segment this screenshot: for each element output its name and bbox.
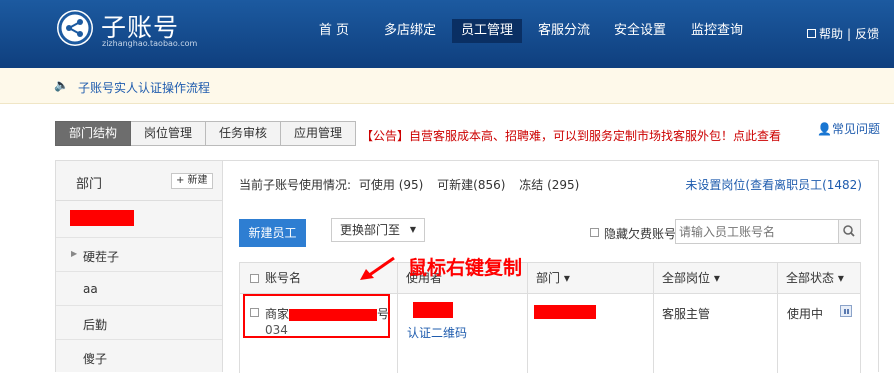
employee-panel: 当前子账号使用情况: 可使用 (95) 可新建(856) 冻结 (295) 未设…	[223, 160, 879, 373]
section-tabs: 部门结构 岗位管理 任务审核 应用管理	[55, 121, 357, 146]
department-item[interactable]: 后勤	[56, 305, 222, 339]
department-panel-header: 部门 + 新建	[56, 161, 222, 201]
caret-down-icon: ▼	[409, 225, 416, 234]
redacted-user	[413, 302, 453, 318]
nav-home[interactable]: 首 页	[312, 19, 356, 43]
select-all-checkbox[interactable]	[250, 274, 259, 283]
tab-department-structure[interactable]: 部门结构	[55, 121, 132, 146]
external-link-icon	[807, 29, 816, 38]
tab-task-review[interactable]: 任务审核	[206, 121, 282, 146]
usage-in-use: 可使用 (95)	[358, 178, 424, 192]
new-department-button[interactable]: + 新建	[171, 173, 213, 189]
usage-new: 可新建(856)	[437, 178, 506, 192]
tab-app-management[interactable]: 应用管理	[281, 121, 357, 146]
department-item[interactable]: 傻子	[56, 339, 222, 373]
usage-summary: 当前子账号使用情况: 可使用 (95) 可新建(856) 冻结 (295)	[239, 178, 580, 192]
search-icon	[843, 225, 855, 237]
new-employee-button[interactable]: 新建员工	[239, 219, 306, 247]
annotation-arrow-icon	[360, 256, 395, 280]
qr-code-link[interactable]: 认证二维码	[407, 324, 467, 341]
pause-icon[interactable]	[840, 305, 852, 317]
nav-customer-routing[interactable]: 客服分流	[533, 19, 595, 43]
tab-position-management[interactable]: 岗位管理	[131, 121, 207, 146]
nav-employee-management[interactable]: 员工管理	[452, 19, 522, 43]
unset-position-link[interactable]: 未设置岗位(查看离职员工(1482)	[685, 176, 862, 193]
department-item[interactable]: ▶ 硬茬子	[56, 237, 222, 271]
column-department-filter[interactable]: 部门 ▾	[536, 263, 570, 293]
usage-frozen: 冻结 (295)	[519, 178, 580, 192]
top-header: 子账号 zizhanghao.taobao.com 首 页 多店绑定 员工管理 …	[0, 0, 894, 68]
table-header: 账号名 使用者 部门 ▾ 全部岗位 ▾ 全部状态 ▾	[239, 262, 861, 294]
employee-search-input[interactable]	[675, 219, 839, 244]
nav-monitoring[interactable]: 监控查询	[686, 19, 748, 43]
column-account: 账号名	[265, 271, 302, 285]
user-help-icon: 👤	[817, 122, 832, 136]
department-item[interactable]: aa	[56, 271, 222, 305]
column-position-filter[interactable]: 全部岗位 ▾	[662, 263, 720, 293]
move-department-dropdown[interactable]: 更换部门至 ▼	[331, 218, 425, 242]
status-value: 使用中	[787, 307, 824, 321]
speaker-icon: 🔈	[54, 78, 69, 92]
department-title: 部门	[76, 177, 103, 192]
annotation-text: 鼠标右键复制	[408, 257, 523, 279]
logo-subtitle: zizhanghao.taobao.com	[102, 39, 198, 48]
notice-bar: 🔈 子账号实人认证操作流程	[0, 68, 894, 104]
column-status-filter[interactable]: 全部状态 ▾	[786, 263, 844, 293]
expand-arrow-icon[interactable]: ▶	[71, 249, 77, 258]
announcement-link[interactable]: 【公告】自营客服成本高、招聘难，可以到服务定制市场找客服外包！点此查看	[361, 127, 781, 144]
hide-arrears-checkbox[interactable]	[590, 228, 599, 237]
nav-multi-store[interactable]: 多店绑定	[379, 19, 441, 43]
feedback-link[interactable]: 反馈	[855, 27, 879, 41]
nav-security-settings[interactable]: 安全设置	[609, 19, 671, 43]
redacted-department	[534, 305, 596, 319]
redacted-store-name[interactable]	[70, 210, 134, 226]
help-feedback: 帮助 | 反馈	[807, 25, 879, 42]
hide-arrears-label: 隐藏欠费账号	[604, 227, 677, 241]
highlight-box	[243, 294, 390, 338]
faq-link[interactable]: 👤常见问题	[817, 120, 880, 137]
help-link[interactable]: 帮助	[819, 27, 843, 41]
department-panel: 部门 + 新建 ▶ 硬茬子 aa 后勤 傻子	[55, 160, 223, 372]
logo-icon	[57, 10, 93, 46]
notice-link[interactable]: 子账号实人认证操作流程	[78, 79, 210, 96]
position-value: 客服主管	[662, 307, 711, 321]
search-button[interactable]	[838, 219, 861, 244]
